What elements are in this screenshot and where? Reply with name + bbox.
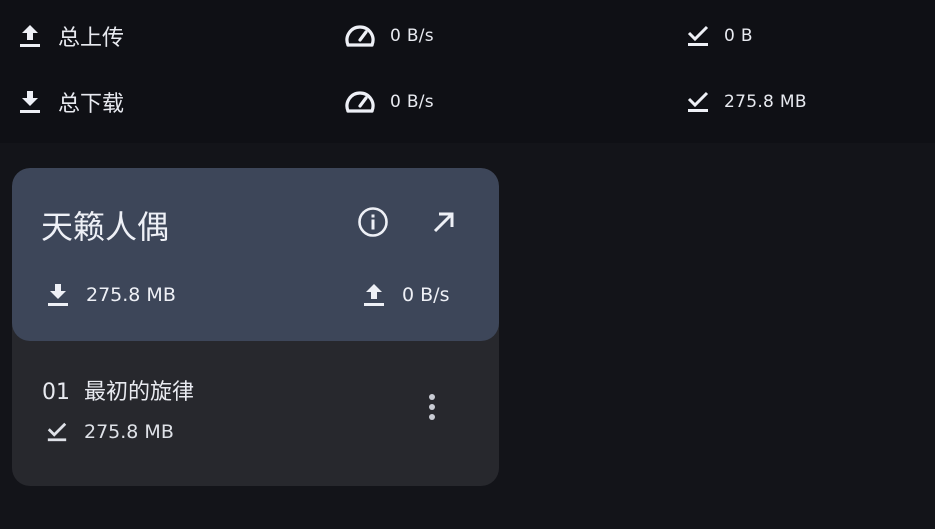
- upload-icon: [18, 23, 42, 49]
- download-total-cell: 275.8 MB: [686, 82, 807, 122]
- download-icon: [18, 89, 42, 115]
- total-upload-label: 总上传: [58, 26, 125, 51]
- download-icon: [46, 282, 70, 308]
- album-title: 天籁人偶: [41, 208, 170, 246]
- album-card: 天籁人偶 275.8 MB 0 B/s 01 最初的旋律 275.8 MB: [12, 168, 499, 486]
- track-size-stat: 275.8 MB: [46, 415, 174, 449]
- download-stats-row: 总下载 0 B/s 275.8 MB: [0, 82, 935, 122]
- track-size-value: 275.8 MB: [84, 421, 174, 443]
- track-title: 01 最初的旋律: [42, 374, 194, 406]
- download-label-cell: 总下载: [18, 82, 124, 122]
- track-number: 01: [42, 380, 70, 405]
- album-upload-stat: 0 B/s: [362, 278, 449, 312]
- info-icon: [357, 206, 389, 238]
- check-underline-icon: [686, 24, 710, 48]
- global-stats-panel: 总上传 0 B/s 0 B 总下载 0 B/s 275.8 MB: [0, 0, 935, 143]
- upload-stats-row: 总上传 0 B/s 0 B: [0, 16, 935, 56]
- album-download-stat: 275.8 MB: [46, 278, 176, 312]
- check-underline-icon: [46, 421, 68, 443]
- upload-speed-value: 0 B/s: [390, 26, 434, 46]
- track-item[interactable]: 01 最初的旋律 275.8 MB: [12, 341, 499, 486]
- album-upload-speed-value: 0 B/s: [402, 284, 450, 306]
- check-underline-icon: [686, 90, 710, 114]
- upload-icon: [362, 282, 386, 308]
- speedometer-icon: [344, 89, 376, 115]
- track-more-button[interactable]: [412, 387, 452, 427]
- download-speed-value: 0 B/s: [390, 92, 434, 112]
- total-download-label: 总下载: [58, 92, 125, 117]
- more-vertical-icon: [428, 393, 436, 421]
- info-button[interactable]: [353, 202, 393, 242]
- track-name: 最初的旋律: [84, 380, 195, 405]
- upload-speed-cell: 0 B/s: [344, 16, 434, 56]
- album-card-header[interactable]: 天籁人偶 275.8 MB 0 B/s: [12, 168, 499, 341]
- album-downloaded-value: 275.8 MB: [86, 284, 176, 306]
- upload-total-cell: 0 B: [686, 16, 753, 56]
- upload-label-cell: 总上传: [18, 16, 124, 56]
- upload-total-value: 0 B: [724, 26, 753, 46]
- speedometer-icon: [344, 23, 376, 49]
- open-external-icon: [431, 209, 457, 235]
- open-external-button[interactable]: [424, 202, 464, 242]
- download-speed-cell: 0 B/s: [344, 82, 434, 122]
- download-total-value: 275.8 MB: [724, 92, 807, 112]
